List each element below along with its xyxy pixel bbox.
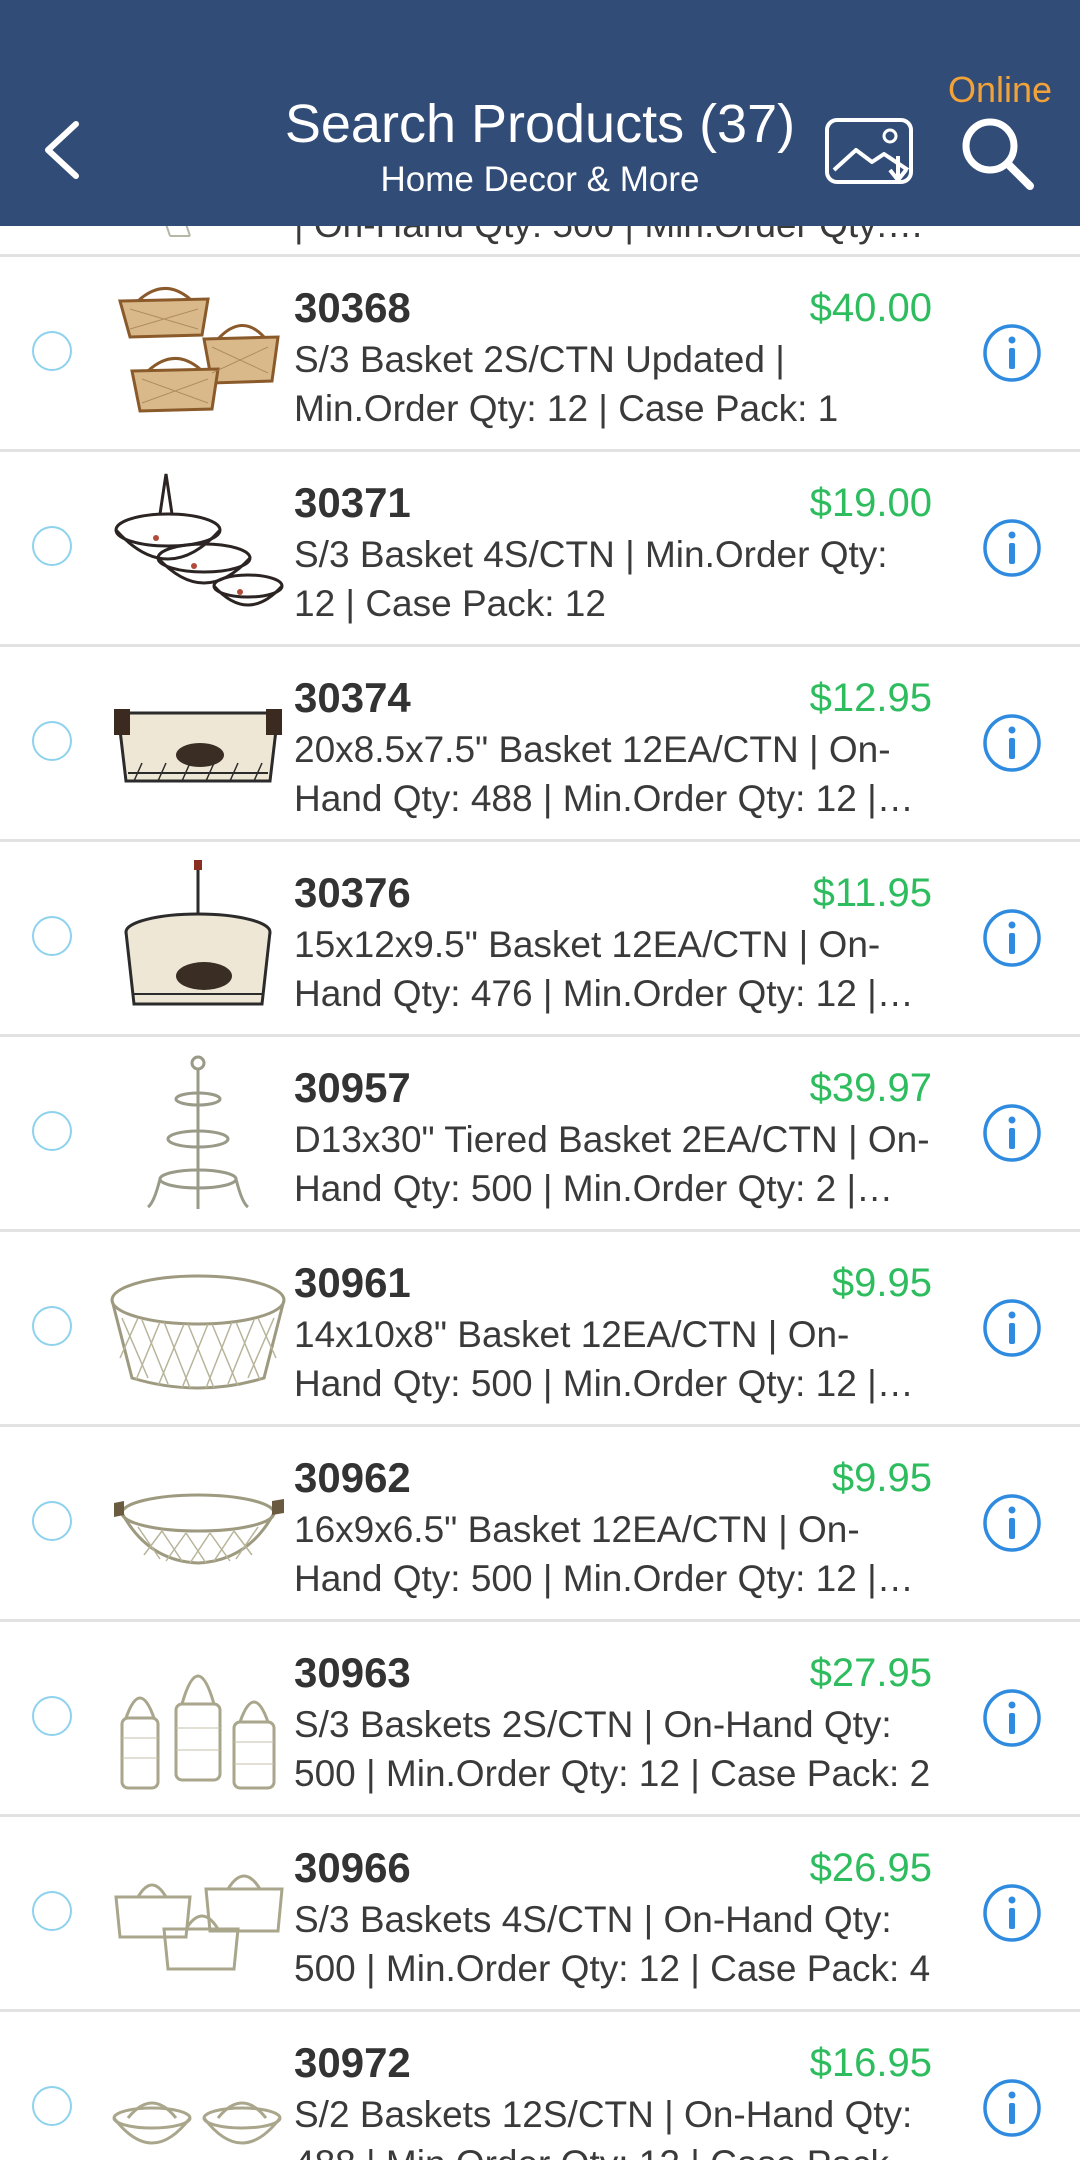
connection-status: Online <box>947 69 1053 110</box>
list-item-partial[interactable]: | On-Hand Qty: 500 | Min.Order Qty: 12 |… <box>0 226 1080 257</box>
info-button[interactable] <box>982 518 1042 578</box>
info-button[interactable] <box>982 2078 1042 2138</box>
product-price: $9.95 <box>831 1261 932 1305</box>
product-row[interactable]: 30966 $26.95 S/3 Baskets 4S/CTN | On-Han… <box>0 1817 1080 2012</box>
product-price: $12.95 <box>809 676 932 720</box>
product-description: | On-Hand Qty: 500 | Min.Order Qty: 12 |… <box>294 226 934 250</box>
product-sku: 30962 <box>294 1454 411 1501</box>
product-sku: 30963 <box>294 1649 411 1696</box>
chevron-left-icon <box>45 121 79 179</box>
product-description: 20x8.5x7.5" Basket 12EA/CTN | On-Hand Qt… <box>294 729 891 819</box>
info-button[interactable] <box>982 1883 1042 1943</box>
product-price: $26.95 <box>809 1846 932 1890</box>
product-list[interactable]: | On-Hand Qty: 500 | Min.Order Qty: 12 |… <box>0 226 1080 2160</box>
product-row[interactable]: 30376 $11.95 15x12x9.5" Basket 12EA/CTN … <box>0 842 1080 1037</box>
product-sku: 30957 <box>294 1064 411 1111</box>
info-button[interactable] <box>982 1493 1042 1553</box>
select-radio[interactable] <box>32 916 72 956</box>
page-subtitle: Home Decor & More <box>380 160 700 199</box>
product-sku: 30961 <box>294 1259 411 1306</box>
product-row[interactable]: 30962 $9.95 16x9x6.5" Basket 12EA/CTN | … <box>0 1427 1080 1622</box>
info-icon <box>983 909 1041 967</box>
select-radio[interactable] <box>32 526 72 566</box>
product-thumbnail <box>108 273 288 433</box>
back-button[interactable] <box>30 110 100 190</box>
product-row[interactable]: 30368 $40.00 S/3 Basket 2S/CTN Updated |… <box>0 257 1080 452</box>
product-price: $39.97 <box>809 1066 932 1110</box>
product-description: S/3 Baskets 4S/CTN | On-Hand Qty: 500 | … <box>294 1899 931 1989</box>
product-row[interactable]: 30371 $19.00 S/3 Basket 4S/CTN | Min.Ord… <box>0 452 1080 647</box>
product-description: 14x10x8" Basket 12EA/CTN | On-Hand Qty: … <box>294 1314 877 1404</box>
product-description: 16x9x6.5" Basket 12EA/CTN | On-Hand Qty:… <box>294 1509 877 1599</box>
info-icon <box>983 1104 1041 1162</box>
page-title: Search Products (37) <box>284 94 796 154</box>
product-thumbnail <box>108 1443 288 1603</box>
product-thumbnail <box>108 1638 288 1798</box>
product-price: $19.00 <box>809 481 932 525</box>
search-icon <box>962 118 1034 190</box>
product-description: S/3 Basket 2S/CTN Updated | Min.Order Qt… <box>294 339 839 429</box>
info-icon <box>983 324 1041 382</box>
product-row[interactable]: 30963 $27.95 S/3 Baskets 2S/CTN | On-Han… <box>0 1622 1080 1817</box>
info-icon <box>983 714 1041 772</box>
info-icon <box>983 1884 1041 1942</box>
info-button[interactable] <box>982 713 1042 773</box>
info-icon <box>983 1299 1041 1357</box>
select-radio[interactable] <box>32 1501 72 1541</box>
product-thumbnail <box>108 1833 288 1993</box>
info-button[interactable] <box>982 323 1042 383</box>
select-radio[interactable] <box>32 2086 72 2126</box>
product-thumbnail <box>108 1053 288 1213</box>
product-row[interactable]: 30957 $39.97 D13x30" Tiered Basket 2EA/C… <box>0 1037 1080 1232</box>
select-radio[interactable] <box>32 1696 72 1736</box>
product-description: S/3 Baskets 2S/CTN | On-Hand Qty: 500 | … <box>294 1704 931 1794</box>
info-icon <box>983 1689 1041 1747</box>
info-icon <box>983 1494 1041 1552</box>
product-thumbnail <box>150 226 210 252</box>
product-price: $11.95 <box>812 871 932 915</box>
image-search-button[interactable] <box>824 112 916 188</box>
info-icon <box>983 2079 1041 2137</box>
product-price: $16.95 <box>809 2041 932 2085</box>
product-thumbnail <box>108 663 288 823</box>
product-row[interactable]: 30972 $16.95 S/2 Baskets 12S/CTN | On-Ha… <box>0 2012 1080 2160</box>
product-description: D13x30" Tiered Basket 2EA/CTN | On-Hand … <box>294 1119 930 1209</box>
select-radio[interactable] <box>32 1891 72 1931</box>
select-radio[interactable] <box>32 331 72 371</box>
product-thumbnail <box>108 468 288 628</box>
info-icon <box>983 519 1041 577</box>
app-header: Search Products (37) Home Decor & More O… <box>0 0 1080 226</box>
select-radio[interactable] <box>32 1111 72 1151</box>
product-description: S/2 Baskets 12S/CTN | On-Hand Qty: 488 |… <box>294 2094 913 2160</box>
product-sku: 30972 <box>294 2039 411 2086</box>
info-button[interactable] <box>982 1103 1042 1163</box>
select-radio[interactable] <box>32 1306 72 1346</box>
product-thumbnail <box>108 1248 288 1408</box>
product-sku: 30368 <box>294 284 411 331</box>
product-sku: 30374 <box>294 674 411 721</box>
info-button[interactable] <box>982 908 1042 968</box>
product-price: $27.95 <box>809 1651 932 1695</box>
image-search-icon <box>825 118 913 184</box>
product-sku: 30966 <box>294 1844 411 1891</box>
info-button[interactable] <box>982 1298 1042 1358</box>
product-description: 15x12x9.5" Basket 12EA/CTN | On-Hand Qty… <box>294 924 881 1014</box>
product-row[interactable]: 30961 $9.95 14x10x8" Basket 12EA/CTN | O… <box>0 1232 1080 1427</box>
product-price: $40.00 <box>809 286 932 330</box>
info-button[interactable] <box>982 1688 1042 1748</box>
product-sku: 30376 <box>294 869 411 916</box>
product-thumbnail <box>108 2028 288 2160</box>
select-radio[interactable] <box>32 721 72 761</box>
product-description: S/3 Basket 4S/CTN | Min.Order Qty: 12 | … <box>294 534 888 624</box>
product-thumbnail <box>108 858 288 1018</box>
product-price: $9.95 <box>831 1456 932 1500</box>
search-button[interactable] <box>956 112 1038 194</box>
product-sku: 30371 <box>294 479 411 526</box>
product-row[interactable]: 30374 $12.95 20x8.5x7.5" Basket 12EA/CTN… <box>0 647 1080 842</box>
